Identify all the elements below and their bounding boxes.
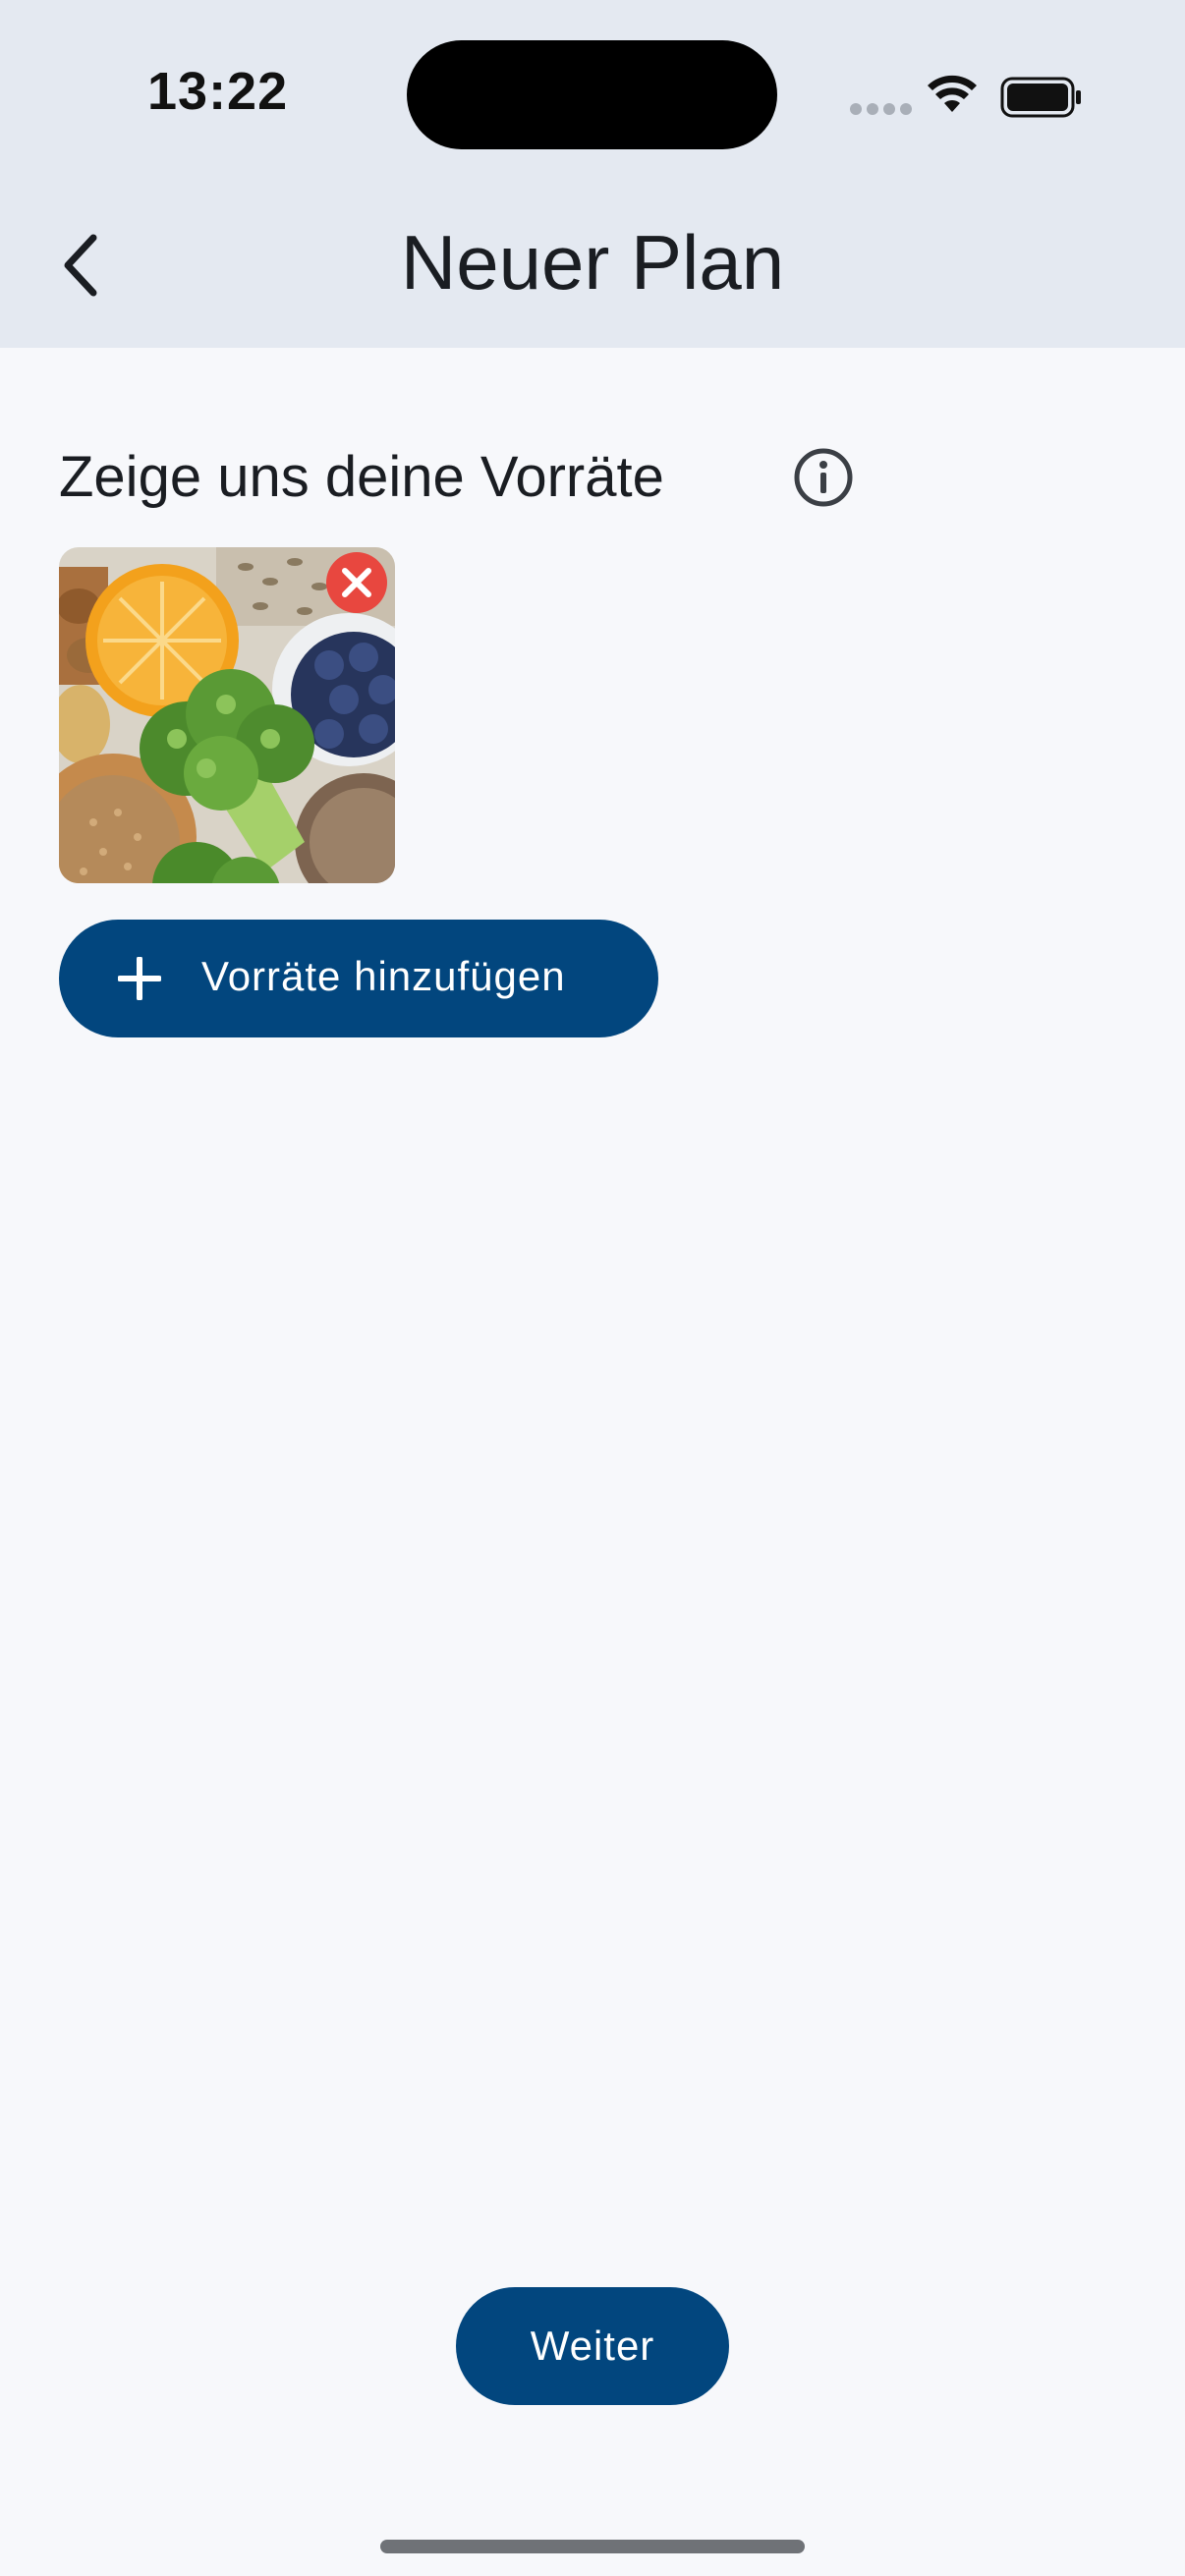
next-button[interactable]: Weiter xyxy=(456,2287,729,2405)
section-title: Zeige uns deine Vorräte xyxy=(59,445,664,509)
page-title: Neuer Plan xyxy=(400,219,785,306)
dynamic-island xyxy=(407,40,777,149)
plus-icon xyxy=(118,957,161,1000)
close-icon[interactable] xyxy=(324,550,389,615)
nav-header: 13:22 Neuer Plan xyxy=(0,0,1185,348)
add-pantry-button-label: Vorräte hinzufügen xyxy=(201,953,566,999)
status-time: 13:22 xyxy=(147,62,289,121)
wifi-icon xyxy=(928,75,977,112)
info-circle-icon[interactable] xyxy=(793,447,854,508)
battery-icon xyxy=(1000,77,1081,118)
cellular-signal-icon xyxy=(850,102,917,120)
add-pantry-button[interactable]: Vorräte hinzufügen xyxy=(59,920,658,1037)
home-indicator[interactable] xyxy=(380,2540,805,2553)
